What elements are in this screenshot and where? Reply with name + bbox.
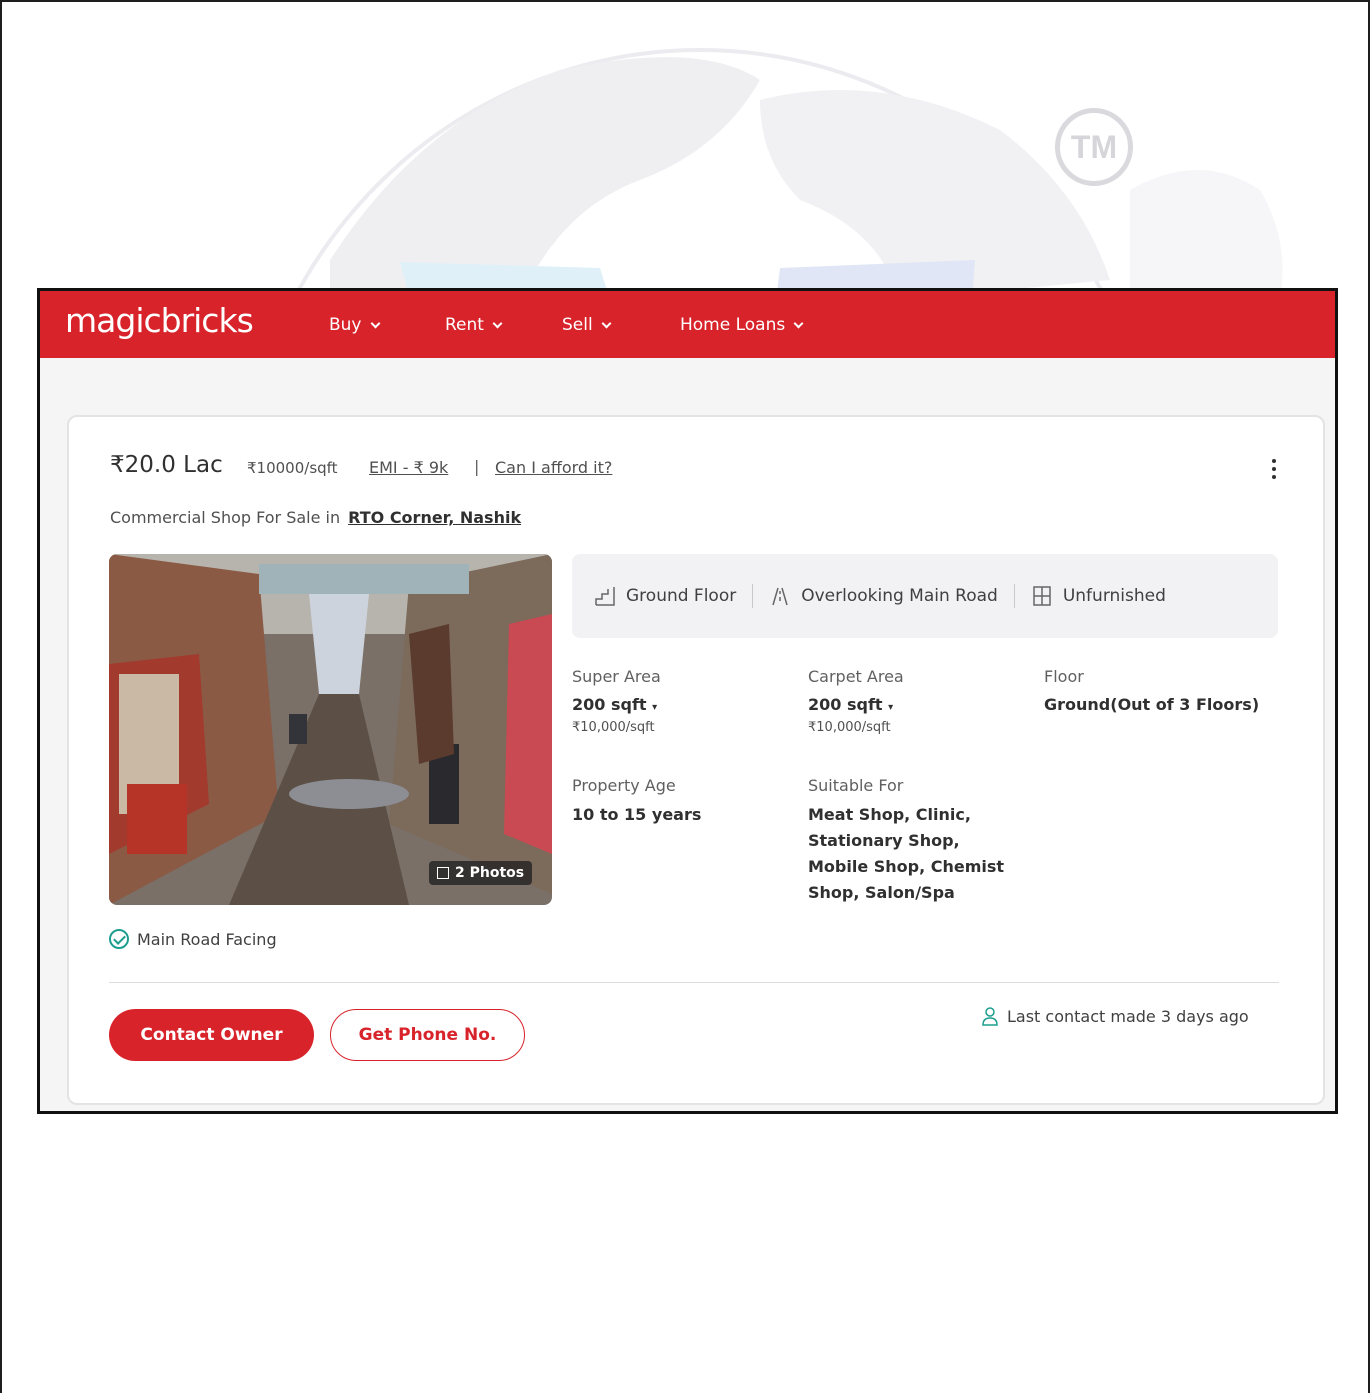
suitable-for-value: Meat Shop, Clinic, Stationary Shop, Mobi… — [808, 802, 1004, 906]
emi-link[interactable]: EMI - ₹ 9k — [369, 458, 448, 477]
nav-buy-label: Buy — [329, 315, 362, 335]
feature-label: Main Road Facing — [137, 929, 277, 949]
chevron-down-icon — [793, 318, 804, 328]
suitable-for-label: Suitable For — [808, 776, 904, 795]
price-separator: | — [474, 457, 480, 476]
property-age-value: 10 to 15 years — [572, 805, 702, 824]
price-per-sqft: ₹10000/sqft — [247, 459, 338, 477]
photos-count-badge[interactable]: 2 Photos — [429, 861, 533, 885]
get-phone-button[interactable]: Get Phone No. — [330, 1009, 525, 1061]
property-photo[interactable]: 2 Photos — [109, 554, 552, 905]
floor-label: Floor — [1044, 667, 1084, 686]
suitable-for-line: Stationary Shop, — [808, 831, 960, 850]
chevron-down-icon — [492, 318, 503, 328]
suitable-for-line: Meat Shop, Clinic, — [808, 805, 971, 824]
highlight-furnishing-label: Unfurnished — [1062, 586, 1166, 606]
price: ₹20.0 Lac — [110, 452, 223, 478]
floor-value: Ground(Out of 3 Floors) — [1044, 695, 1260, 714]
suitable-for-line: Mobile Shop, Chemist — [808, 857, 1005, 876]
highlight-overlooking: Overlooking Main Road — [769, 585, 998, 607]
highlight-overlooking-label: Overlooking Main Road — [801, 586, 998, 606]
nav-sell[interactable]: Sell — [562, 315, 612, 335]
main-road-facing-feature: Main Road Facing — [109, 929, 277, 949]
nav-sell-label: Sell — [562, 315, 593, 335]
stairs-icon — [595, 587, 615, 606]
nav-home-loans[interactable]: Home Loans — [680, 315, 804, 335]
highlight-divider — [752, 584, 754, 608]
property-card[interactable]: ₹20.0 Lac ₹10000/sqft EMI - ₹ 9k | Can I… — [67, 415, 1325, 1105]
chevron-down-icon[interactable]: ▾ — [888, 702, 893, 713]
road-icon — [772, 587, 788, 606]
listing-title-text: Commercial Shop For Sale in — [110, 508, 341, 527]
highlights-bar: Ground Floor Overlooking Main Road Unfur… — [572, 554, 1278, 638]
last-contact-info: Last contact made 3 days ago — [981, 1006, 1249, 1026]
highlight-floor: Ground Floor — [594, 585, 736, 607]
carpet-area-label: Carpet Area — [808, 667, 904, 686]
nav-rent[interactable]: Rent — [445, 315, 503, 335]
suitable-for-line: Shop, Salon/Spa — [808, 883, 955, 902]
last-contact-text: Last contact made 3 days ago — [1007, 1006, 1249, 1026]
screenshot-window: magicbricks Buy Rent Sell Home Loans ₹20… — [37, 288, 1338, 1114]
chevron-down-icon — [601, 318, 612, 328]
top-navbar: magicbricks Buy Rent Sell Home Loans — [40, 291, 1335, 358]
location-link[interactable]: RTO Corner, Nashik — [348, 508, 521, 527]
highlight-furnishing: Unfurnished — [1031, 585, 1166, 607]
user-icon — [982, 1007, 998, 1026]
chevron-down-icon — [370, 318, 380, 328]
carpet-area-value: 200 sqft ▾ — [808, 692, 893, 721]
highlight-divider — [1013, 584, 1015, 608]
carpet-area-rate: ₹10,000/sqft — [808, 720, 891, 735]
window-icon — [1033, 586, 1051, 606]
super-area-value: 200 sqft ▾ — [572, 692, 657, 721]
chevron-down-icon[interactable]: ▾ — [652, 702, 657, 713]
super-area-rate: ₹10,000/sqft — [572, 720, 655, 735]
more-options-icon[interactable] — [1269, 459, 1279, 483]
property-age-label: Property Age — [572, 776, 676, 795]
super-area-value-text: 200 sqft — [572, 695, 647, 714]
photos-count-label: 2 Photos — [455, 865, 525, 881]
check-circle-icon — [109, 929, 129, 949]
nav-rent-label: Rent — [445, 315, 484, 335]
afford-link[interactable]: Can I afford it? — [495, 458, 612, 477]
listing-title: Commercial Shop For Sale in RTO Corner, N… — [110, 508, 521, 527]
magicbricks-logo[interactable]: magicbricks — [65, 301, 254, 340]
street-photo-image — [109, 554, 552, 905]
carpet-area-value-text: 200 sqft — [808, 695, 883, 714]
highlight-floor-label: Ground Floor — [626, 586, 737, 606]
super-area-label: Super Area — [572, 667, 661, 686]
card-divider — [109, 982, 1279, 983]
contact-owner-button[interactable]: Contact Owner — [109, 1009, 314, 1061]
gallery-icon — [437, 867, 449, 879]
nav-home-loans-label: Home Loans — [680, 315, 786, 335]
nav-buy[interactable]: Buy — [329, 315, 380, 335]
